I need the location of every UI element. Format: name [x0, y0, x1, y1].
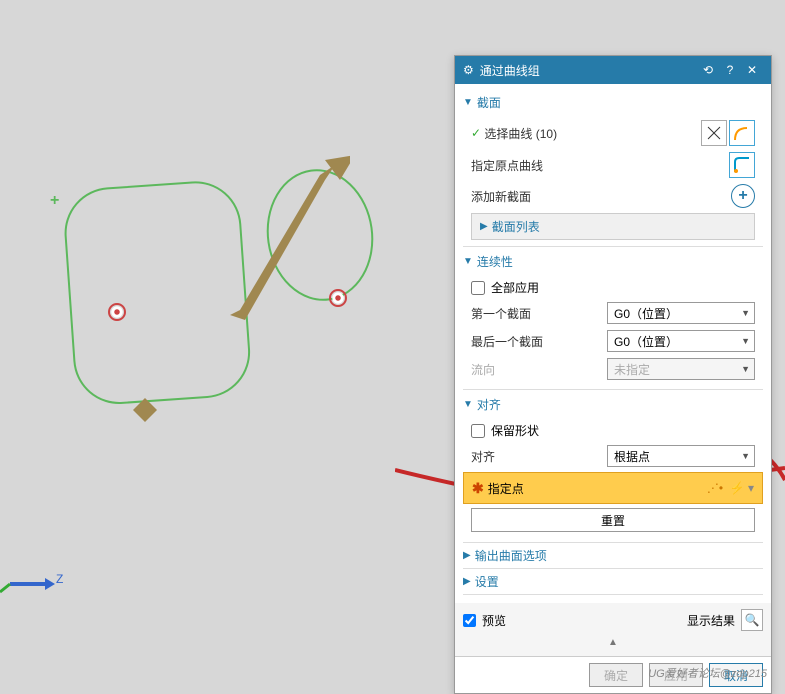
point-dialog-icon[interactable]: ⋰•	[704, 477, 726, 499]
collapse-icon: ▼	[463, 97, 473, 108]
specify-point-row[interactable]: ✱ 指定点 ⋰• ⚡ ▾	[463, 472, 763, 504]
section-header-cross-section[interactable]: ▼截面	[463, 94, 763, 111]
flow-label: 流向	[471, 361, 601, 378]
preview-checkbox[interactable]	[463, 614, 476, 627]
show-result-icon[interactable]: 🔍	[741, 609, 763, 631]
axis-gizmo: Z	[0, 544, 60, 597]
close-icon[interactable]: ✕	[741, 63, 763, 77]
section-header-continuity[interactable]: ▼连续性	[463, 253, 763, 270]
checkbox-preserve[interactable]: 保留形状	[463, 419, 763, 442]
refresh-icon[interactable]: ⟲	[697, 63, 719, 77]
row-add-new: 添加新截面 +	[463, 181, 763, 211]
footer: 预览 显示结果 🔍 ▲	[455, 603, 771, 656]
row-specify-origin[interactable]: 指定原点曲线	[463, 149, 763, 181]
preview-label: 预览	[482, 612, 506, 629]
row-select-curve[interactable]: ✓ 选择曲线 (10)	[463, 117, 763, 149]
expand-icon: ▶	[480, 221, 488, 232]
align-select[interactable]: 根据点	[607, 445, 755, 467]
handle-marker	[130, 395, 160, 425]
select-curve-label: 选择曲线 (10)	[484, 125, 699, 142]
apply-all-checkbox[interactable]	[471, 281, 485, 295]
select-curve-icon[interactable]	[729, 120, 755, 146]
expand-icon: ▶	[463, 576, 471, 587]
section-header-align[interactable]: ▼对齐	[463, 396, 763, 413]
section-settings: ▶设置	[463, 569, 763, 595]
section-output: ▶输出曲面选项	[463, 543, 763, 569]
collapse-icon: ▼	[463, 256, 473, 267]
last-section-select[interactable]: G0（位置）	[607, 330, 755, 352]
last-section-label: 最后一个截面	[471, 333, 601, 350]
checkbox-apply-all[interactable]: 全部应用	[463, 276, 763, 299]
reset-button[interactable]: 重置	[471, 508, 755, 532]
curve-rule-icon[interactable]	[701, 120, 727, 146]
titlebar: ⚙ 通过曲线组 ⟲ ? ✕	[455, 56, 771, 84]
point-marker-1	[108, 303, 126, 321]
point-marker-2	[329, 289, 347, 307]
collapse-footer-icon[interactable]: ▲	[463, 635, 763, 650]
add-new-label: 添加新截面	[471, 188, 731, 205]
dialog-panel: ⚙ 通过曲线组 ⟲ ? ✕ ▼截面 ✓ 选择曲线 (10) 指定原点曲线 添加新…	[454, 55, 772, 694]
collapse-icon: ▼	[463, 399, 473, 410]
check-icon: ✓	[471, 126, 481, 140]
plus-marker: +	[50, 192, 59, 210]
dialog-title: 通过曲线组	[480, 62, 540, 79]
specify-origin-label: 指定原点曲线	[471, 157, 727, 174]
show-result-label: 显示结果	[687, 612, 735, 629]
section-list-header[interactable]: ▶截面列表	[471, 213, 755, 240]
add-icon[interactable]: +	[731, 184, 755, 208]
gear-icon: ⚙	[463, 63, 474, 77]
axis-z-label: Z	[56, 572, 63, 586]
watermark: UG爱好者论坛@zdp215	[648, 665, 767, 681]
required-icon: ✱	[472, 480, 484, 497]
section-cross-section: ▼截面 ✓ 选择曲线 (10) 指定原点曲线 添加新截面 + ▶截面列表	[463, 88, 763, 247]
align-label: 对齐	[471, 448, 601, 465]
specify-point-label: 指定点	[488, 480, 524, 497]
first-section-select[interactable]: G0（位置）	[607, 302, 755, 324]
help-icon[interactable]: ?	[719, 63, 741, 77]
infer-point-icon[interactable]: ⚡	[726, 477, 748, 499]
section-header-settings[interactable]: ▶设置	[463, 573, 763, 590]
first-section-label: 第一个截面	[471, 305, 601, 322]
flow-select: 未指定	[607, 358, 755, 380]
dropdown-icon[interactable]: ▾	[748, 481, 754, 495]
section-continuity: ▼连续性 全部应用 第一个截面 G0（位置） 最后一个截面 G0（位置） 流向 …	[463, 247, 763, 390]
ok-button: 确定	[589, 663, 643, 687]
section-header-output[interactable]: ▶输出曲面选项	[463, 547, 763, 564]
preserve-checkbox[interactable]	[471, 424, 485, 438]
origin-curve-icon[interactable]	[729, 152, 755, 178]
expand-icon: ▶	[463, 550, 471, 561]
section-align: ▼对齐 保留形状 对齐 根据点 ✱ 指定点 ⋰• ⚡ ▾ 重置	[463, 390, 763, 543]
